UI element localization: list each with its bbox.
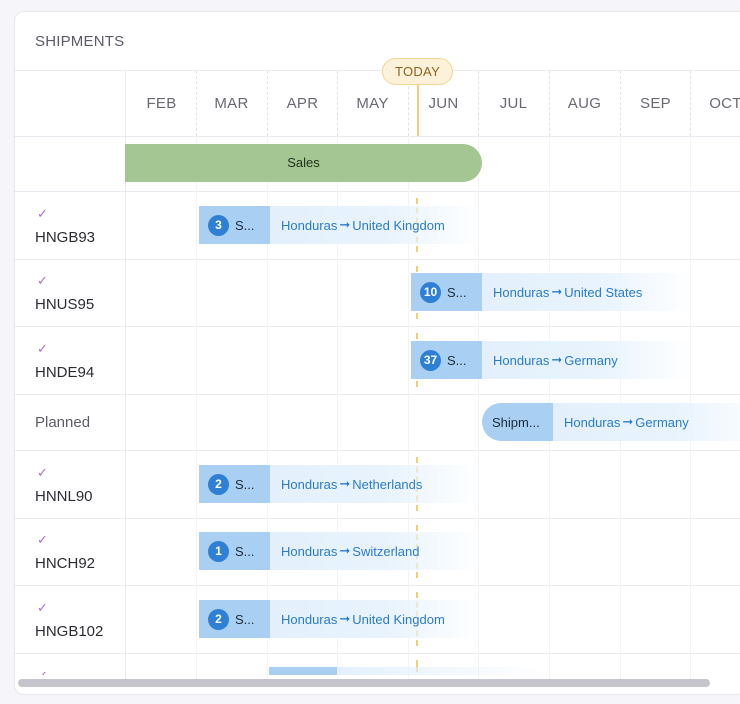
route-destination: Germany	[635, 414, 689, 430]
route-origin: Honduras	[493, 284, 550, 300]
route-destination: United States	[564, 284, 643, 300]
right-arrow-icon: ➞	[339, 611, 351, 626]
shipment-short-label: S...	[447, 284, 467, 300]
month-oct: OCT	[709, 95, 740, 112]
shipment-bar[interactable]: 2 S... Honduras ➞ United Kingdom	[199, 600, 480, 638]
divider	[15, 191, 740, 192]
route-origin: Honduras	[281, 476, 338, 492]
divider	[15, 394, 740, 395]
shipment-count-badge: 2	[208, 608, 229, 630]
shipment-bar[interactable]: 3 S... Honduras ➞ United Kingdom	[199, 206, 480, 244]
shipment-short-label: S...	[235, 543, 255, 559]
route-destination: Netherlands	[352, 476, 423, 492]
right-arrow-icon: ➞	[339, 543, 351, 558]
divider	[15, 136, 740, 137]
row-label[interactable]: HNGB102	[35, 623, 103, 640]
shipment-route: Honduras ➞ United Kingdom	[270, 206, 480, 244]
row-label[interactable]: HNCH92	[35, 555, 95, 572]
shipment-bar[interactable]: 37 S... Honduras ➞ Germany	[411, 341, 692, 379]
divider	[15, 326, 740, 327]
route-destination: Germany	[564, 352, 618, 368]
shipment-route: Honduras ➞ Germany	[553, 403, 740, 441]
grid-line	[196, 136, 197, 684]
shipment-count-badge: 1	[208, 540, 229, 562]
shipment-route: Honduras ➞ United States	[482, 273, 692, 311]
month-jul: JUL	[499, 95, 528, 112]
shipment-route: Honduras ➞ Switzerland	[270, 532, 480, 570]
divider	[15, 585, 740, 586]
right-arrow-icon: ➞	[622, 414, 634, 429]
shipment-summary: Shipm...	[482, 403, 553, 441]
shipment-count-badge: 3	[208, 214, 229, 236]
checkmark-icon: ✓	[37, 206, 48, 221]
route-origin: Honduras	[281, 543, 338, 559]
shipment-short-label: S...	[235, 217, 255, 233]
shipments-card: SHIPMENTS FEB MAR APR MAY JUN JUL AUG SE…	[14, 11, 740, 695]
month-aug: AUG	[567, 95, 602, 112]
checkmark-icon: ✓	[37, 273, 48, 288]
shipment-summary: 1 S...	[199, 532, 270, 570]
right-arrow-icon: ➞	[551, 284, 563, 299]
horizontal-scrollbar[interactable]	[18, 679, 710, 687]
row-label[interactable]: HNNL90	[35, 488, 93, 505]
right-arrow-icon: ➞	[339, 476, 351, 491]
checkmark-icon: ✓	[37, 668, 48, 675]
month-sep: SEP	[640, 95, 671, 112]
route-origin: Honduras	[281, 217, 338, 233]
right-arrow-icon: ➞	[339, 217, 351, 232]
shipment-summary: 3 S...	[199, 206, 270, 244]
shipment-bar[interactable]: 1 S... Honduras ➞ Switzerland	[199, 532, 480, 570]
checkmark-icon: ✓	[37, 341, 48, 356]
sales-phase-bar[interactable]: Sales	[125, 144, 482, 182]
shipment-short-label: S...	[235, 476, 255, 492]
right-arrow-icon: ➞	[551, 352, 563, 367]
shipment-bar-partial[interactable]	[269, 667, 337, 675]
today-marker[interactable]: TODAY	[382, 58, 453, 85]
shipment-summary: 2 S...	[199, 600, 270, 638]
shipment-route: Honduras ➞ Netherlands	[270, 465, 480, 503]
shipment-summary: 2 S...	[199, 465, 270, 503]
shipment-bar[interactable]: 2 S... Honduras ➞ Netherlands	[199, 465, 480, 503]
shipment-route: Honduras ➞ United Kingdom	[270, 600, 480, 638]
month-feb: FEB	[146, 95, 177, 112]
divider	[15, 518, 740, 519]
month-mar: MAR	[214, 95, 249, 112]
route-destination: United Kingdom	[352, 611, 445, 627]
shipment-route-partial	[337, 667, 547, 675]
shipment-summary: 10 S...	[411, 273, 482, 311]
checkmark-icon: ✓	[37, 532, 48, 547]
shipment-summary: 37 S...	[411, 341, 482, 379]
divider	[15, 70, 740, 71]
row-label-planned[interactable]: Planned	[35, 414, 90, 431]
divider	[15, 653, 740, 654]
route-origin: Honduras	[493, 352, 550, 368]
divider	[15, 259, 740, 260]
shipment-short-label: Shipm...	[492, 414, 540, 430]
shipment-count-badge: 2	[208, 473, 229, 495]
shipment-route: Honduras ➞ Germany	[482, 341, 692, 379]
row-label[interactable]: HNGB93	[35, 229, 95, 246]
row-label[interactable]: HNUS95	[35, 296, 94, 313]
divider	[15, 450, 740, 451]
today-line	[417, 85, 419, 136]
route-origin: Honduras	[281, 611, 338, 627]
shipment-short-label: S...	[447, 352, 467, 368]
shipment-short-label: S...	[235, 611, 255, 627]
shipment-count-badge: 10	[420, 281, 441, 303]
planned-shipment-bar[interactable]: Shipm... Honduras ➞ Germany	[482, 403, 740, 441]
card-title: SHIPMENTS	[35, 33, 125, 50]
checkmark-icon: ✓	[37, 465, 48, 480]
month-apr: APR	[286, 95, 319, 112]
route-destination: Switzerland	[352, 543, 420, 559]
route-destination: United Kingdom	[352, 217, 445, 233]
month-may: MAY	[356, 95, 389, 112]
route-origin: Honduras	[564, 414, 621, 430]
checkmark-icon: ✓	[37, 600, 48, 615]
row-label[interactable]: HNDE94	[35, 364, 94, 381]
shipment-count-badge: 37	[420, 349, 441, 371]
shipment-bar[interactable]: 10 S... Honduras ➞ United States	[411, 273, 692, 311]
